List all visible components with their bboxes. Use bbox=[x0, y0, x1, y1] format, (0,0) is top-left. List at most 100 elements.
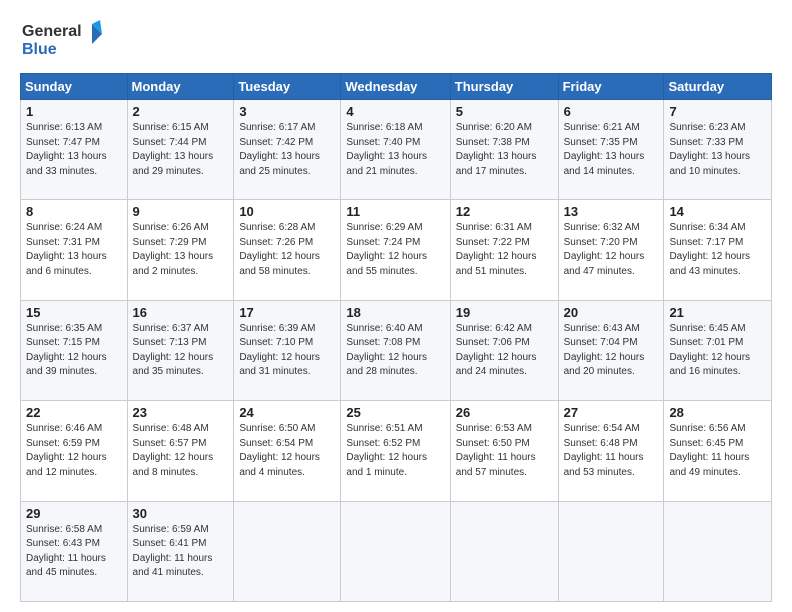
day-detail: Sunrise: 6:13 AM Sunset: 7:47 PM Dayligh… bbox=[26, 121, 122, 179]
day-number: 25 bbox=[346, 405, 444, 420]
calendar-cell: 30 Sunrise: 6:59 AM Sunset: 6:41 PM Dayli… bbox=[127, 501, 234, 601]
day-detail: Sunrise: 6:51 AM Sunset: 6:52 PM Dayligh… bbox=[346, 422, 444, 480]
calendar-cell: 7 Sunrise: 6:23 AM Sunset: 7:33 PM Daylig… bbox=[664, 100, 772, 200]
day-number: 10 bbox=[239, 204, 335, 219]
calendar-cell: 15 Sunrise: 6:35 AM Sunset: 7:15 PM Dayli… bbox=[21, 300, 128, 400]
calendar-cell bbox=[234, 501, 341, 601]
calendar-cell: 13 Sunrise: 6:32 AM Sunset: 7:20 PM Dayli… bbox=[558, 200, 664, 300]
calendar-cell: 20 Sunrise: 6:43 AM Sunset: 7:04 PM Dayli… bbox=[558, 300, 664, 400]
day-number: 1 bbox=[26, 104, 122, 119]
day-header-saturday: Saturday bbox=[664, 74, 772, 100]
day-number: 23 bbox=[133, 405, 229, 420]
day-number: 3 bbox=[239, 104, 335, 119]
day-detail: Sunrise: 6:17 AM Sunset: 7:42 PM Dayligh… bbox=[239, 121, 335, 179]
day-number: 16 bbox=[133, 305, 229, 320]
calendar-week-row: 1 Sunrise: 6:13 AM Sunset: 7:47 PM Daylig… bbox=[21, 100, 772, 200]
day-detail: Sunrise: 6:32 AM Sunset: 7:20 PM Dayligh… bbox=[564, 221, 659, 279]
calendar-cell: 29 Sunrise: 6:58 AM Sunset: 6:43 PM Dayli… bbox=[21, 501, 128, 601]
day-number: 14 bbox=[669, 204, 766, 219]
page: General Blue SundayMondayTuesdayWednesda… bbox=[0, 0, 792, 612]
day-number: 20 bbox=[564, 305, 659, 320]
day-number: 15 bbox=[26, 305, 122, 320]
day-detail: Sunrise: 6:40 AM Sunset: 7:08 PM Dayligh… bbox=[346, 322, 444, 380]
day-detail: Sunrise: 6:58 AM Sunset: 6:43 PM Dayligh… bbox=[26, 523, 122, 581]
calendar-cell: 21Sunrise: 6:45 AM Sunset: 7:01 PM Dayli… bbox=[664, 300, 772, 400]
day-detail: Sunrise: 6:45 AM Sunset: 7:01 PM Dayligh… bbox=[669, 322, 766, 380]
calendar-cell: 18 Sunrise: 6:40 AM Sunset: 7:08 PM Dayli… bbox=[341, 300, 450, 400]
day-number: 11 bbox=[346, 204, 444, 219]
calendar-cell: 5 Sunrise: 6:20 AM Sunset: 7:38 PM Daylig… bbox=[450, 100, 558, 200]
day-number: 17 bbox=[239, 305, 335, 320]
day-header-friday: Friday bbox=[558, 74, 664, 100]
day-number: 24 bbox=[239, 405, 335, 420]
logo-icon: General Blue bbox=[20, 16, 110, 60]
calendar-cell: 10 Sunrise: 6:28 AM Sunset: 7:26 PM Dayli… bbox=[234, 200, 341, 300]
day-number: 9 bbox=[133, 204, 229, 219]
calendar-cell: 2Sunrise: 6:15 AM Sunset: 7:44 PM Daylig… bbox=[127, 100, 234, 200]
day-number: 8 bbox=[26, 204, 122, 219]
calendar-cell: 8 Sunrise: 6:24 AM Sunset: 7:31 PM Daylig… bbox=[21, 200, 128, 300]
day-number: 18 bbox=[346, 305, 444, 320]
day-detail: Sunrise: 6:21 AM Sunset: 7:35 PM Dayligh… bbox=[564, 121, 659, 179]
calendar-week-row: 22 Sunrise: 6:46 AM Sunset: 6:59 PM Dayli… bbox=[21, 401, 772, 501]
calendar-header-row: SundayMondayTuesdayWednesdayThursdayFrid… bbox=[21, 74, 772, 100]
calendar-cell: 23 Sunrise: 6:48 AM Sunset: 6:57 PM Dayli… bbox=[127, 401, 234, 501]
day-detail: Sunrise: 6:39 AM Sunset: 7:10 PM Dayligh… bbox=[239, 322, 335, 380]
day-number: 26 bbox=[456, 405, 553, 420]
day-number: 30 bbox=[133, 506, 229, 521]
calendar-cell: 27Sunrise: 6:54 AM Sunset: 6:48 PM Dayli… bbox=[558, 401, 664, 501]
calendar-cell: 28 Sunrise: 6:56 AM Sunset: 6:45 PM Dayli… bbox=[664, 401, 772, 501]
day-number: 5 bbox=[456, 104, 553, 119]
day-detail: Sunrise: 6:31 AM Sunset: 7:22 PM Dayligh… bbox=[456, 221, 553, 279]
calendar-cell: 4Sunrise: 6:18 AM Sunset: 7:40 PM Daylig… bbox=[341, 100, 450, 200]
day-detail: Sunrise: 6:59 AM Sunset: 6:41 PM Dayligh… bbox=[133, 523, 229, 581]
calendar-cell: 12 Sunrise: 6:31 AM Sunset: 7:22 PM Dayli… bbox=[450, 200, 558, 300]
day-number: 7 bbox=[669, 104, 766, 119]
calendar-cell: 3 Sunrise: 6:17 AM Sunset: 7:42 PM Daylig… bbox=[234, 100, 341, 200]
calendar-table: SundayMondayTuesdayWednesdayThursdayFrid… bbox=[20, 73, 772, 602]
day-header-thursday: Thursday bbox=[450, 74, 558, 100]
calendar-cell: 16 Sunrise: 6:37 AM Sunset: 7:13 PM Dayli… bbox=[127, 300, 234, 400]
day-detail: Sunrise: 6:53 AM Sunset: 6:50 PM Dayligh… bbox=[456, 422, 553, 480]
day-detail: Sunrise: 6:15 AM Sunset: 7:44 PM Dayligh… bbox=[133, 121, 229, 179]
calendar-cell: 17 Sunrise: 6:39 AM Sunset: 7:10 PM Dayli… bbox=[234, 300, 341, 400]
day-number: 28 bbox=[669, 405, 766, 420]
calendar-cell bbox=[664, 501, 772, 601]
day-number: 19 bbox=[456, 305, 553, 320]
calendar-cell: 26 Sunrise: 6:53 AM Sunset: 6:50 PM Dayli… bbox=[450, 401, 558, 501]
day-detail: Sunrise: 6:28 AM Sunset: 7:26 PM Dayligh… bbox=[239, 221, 335, 279]
day-number: 22 bbox=[26, 405, 122, 420]
calendar-cell: 11 Sunrise: 6:29 AM Sunset: 7:24 PM Dayli… bbox=[341, 200, 450, 300]
calendar-cell: 22 Sunrise: 6:46 AM Sunset: 6:59 PM Dayli… bbox=[21, 401, 128, 501]
day-detail: Sunrise: 6:20 AM Sunset: 7:38 PM Dayligh… bbox=[456, 121, 553, 179]
day-number: 29 bbox=[26, 506, 122, 521]
svg-text:Blue: Blue bbox=[22, 41, 57, 58]
day-detail: Sunrise: 6:56 AM Sunset: 6:45 PM Dayligh… bbox=[669, 422, 766, 480]
calendar-cell: 6 Sunrise: 6:21 AM Sunset: 7:35 PM Daylig… bbox=[558, 100, 664, 200]
day-detail: Sunrise: 6:24 AM Sunset: 7:31 PM Dayligh… bbox=[26, 221, 122, 279]
day-detail: Sunrise: 6:34 AM Sunset: 7:17 PM Dayligh… bbox=[669, 221, 766, 279]
day-header-sunday: Sunday bbox=[21, 74, 128, 100]
day-detail: Sunrise: 6:29 AM Sunset: 7:24 PM Dayligh… bbox=[346, 221, 444, 279]
day-detail: Sunrise: 6:48 AM Sunset: 6:57 PM Dayligh… bbox=[133, 422, 229, 480]
day-detail: Sunrise: 6:35 AM Sunset: 7:15 PM Dayligh… bbox=[26, 322, 122, 380]
day-number: 13 bbox=[564, 204, 659, 219]
calendar-week-row: 15 Sunrise: 6:35 AM Sunset: 7:15 PM Dayli… bbox=[21, 300, 772, 400]
day-header-monday: Monday bbox=[127, 74, 234, 100]
calendar-cell: 1 Sunrise: 6:13 AM Sunset: 7:47 PM Daylig… bbox=[21, 100, 128, 200]
day-detail: Sunrise: 6:23 AM Sunset: 7:33 PM Dayligh… bbox=[669, 121, 766, 179]
calendar-week-row: 29 Sunrise: 6:58 AM Sunset: 6:43 PM Dayli… bbox=[21, 501, 772, 601]
svg-text:General: General bbox=[22, 23, 82, 40]
calendar-week-row: 8 Sunrise: 6:24 AM Sunset: 7:31 PM Daylig… bbox=[21, 200, 772, 300]
day-number: 6 bbox=[564, 104, 659, 119]
day-number: 12 bbox=[456, 204, 553, 219]
day-header-tuesday: Tuesday bbox=[234, 74, 341, 100]
day-detail: Sunrise: 6:43 AM Sunset: 7:04 PM Dayligh… bbox=[564, 322, 659, 380]
calendar-cell bbox=[450, 501, 558, 601]
calendar-cell: 9 Sunrise: 6:26 AM Sunset: 7:29 PM Daylig… bbox=[127, 200, 234, 300]
calendar-cell bbox=[558, 501, 664, 601]
day-detail: Sunrise: 6:42 AM Sunset: 7:06 PM Dayligh… bbox=[456, 322, 553, 380]
day-detail: Sunrise: 6:26 AM Sunset: 7:29 PM Dayligh… bbox=[133, 221, 229, 279]
day-detail: Sunrise: 6:46 AM Sunset: 6:59 PM Dayligh… bbox=[26, 422, 122, 480]
day-detail: Sunrise: 6:37 AM Sunset: 7:13 PM Dayligh… bbox=[133, 322, 229, 380]
